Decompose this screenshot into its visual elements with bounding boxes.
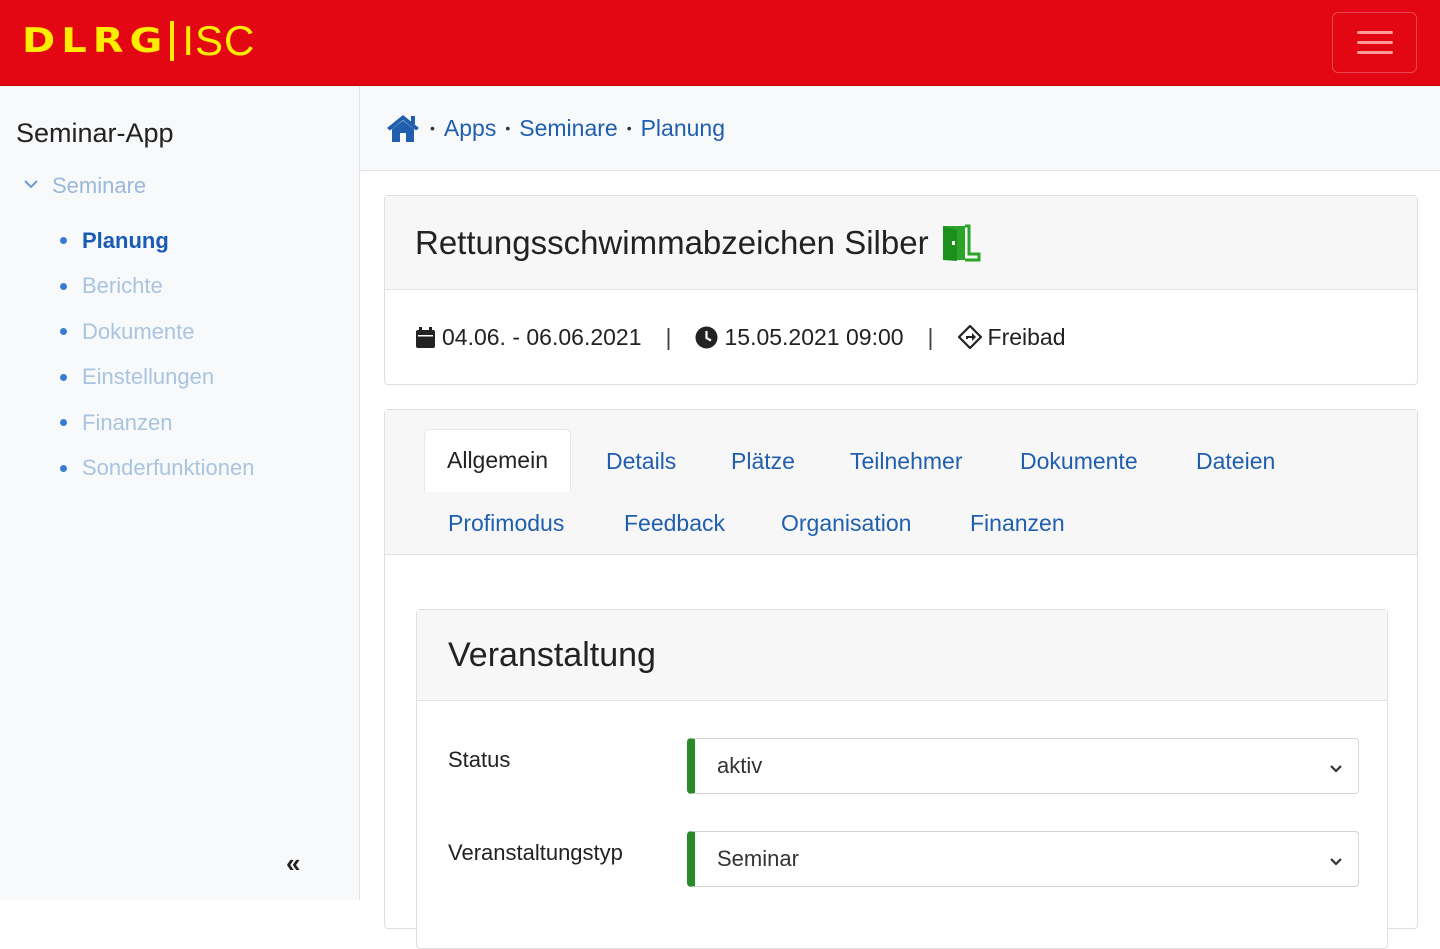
logo-isc-text: ISC [182, 17, 256, 64]
top-navbar: DLRG ISC [0, 0, 1440, 86]
status-select-value: aktiv [717, 753, 763, 778]
breadcrumb-separator: • [430, 120, 435, 136]
main-content: • Apps • Seminare • Planung Rettungsschw… [360, 86, 1440, 949]
location-diamond-icon [957, 325, 982, 349]
chevron-down-icon [1328, 757, 1344, 773]
bullet-icon [60, 373, 67, 381]
meta-separator: | [665, 323, 672, 350]
sidebar-item-berichte[interactable]: Berichte [58, 264, 254, 310]
sidebar-group-label: Seminare [52, 173, 147, 198]
status-label: Status [448, 747, 511, 772]
bullet-icon [60, 419, 67, 427]
hamburger-icon-bar [1356, 51, 1393, 54]
tab-plaetze[interactable]: Plätze [731, 448, 795, 475]
hamburger-icon-bar [1356, 41, 1393, 44]
seminar-meta-row: 04.06. - 06.06.2021 | 15.05.2021 09:00 |… [385, 290, 1417, 384]
dlrg-isc-logo[interactable]: DLRG ISC [22, 17, 256, 64]
veranstaltung-card: Veranstaltung Status aktiv Veranstaltung… [416, 609, 1388, 949]
tab-bar: Allgemein Details Plätze Teilnehmer Doku… [385, 410, 1417, 555]
seminar-summary-card: Rettungsschwimmabzeichen Silber 04.06. -… [384, 195, 1418, 385]
tab-teilnehmer[interactable]: Teilnehmer [850, 448, 963, 475]
sidebar-group-seminare[interactable]: Seminare [24, 173, 146, 199]
sidebar-item-finanzen[interactable]: Finanzen [58, 400, 254, 446]
seminar-date-range: 04.06. - 06.06.2021 [442, 323, 642, 350]
breadcrumb: • Apps • Seminare • Planung [360, 86, 1440, 171]
event-type-select[interactable]: Seminar [687, 831, 1359, 887]
sidebar-sub-list: Planung Berichte Dokumente Einstellungen… [58, 218, 254, 491]
seminar-card-header: Rettungsschwimmabzeichen Silber [385, 196, 1417, 290]
hamburger-icon-bar [1356, 31, 1393, 34]
sidebar-item-label: Einstellungen [82, 364, 215, 390]
breadcrumb-separator: • [505, 120, 511, 136]
sidebar-item-label: Planung [82, 227, 169, 253]
bullet-icon [60, 328, 67, 336]
tab-dateien[interactable]: Dateien [1196, 448, 1275, 475]
chevron-down-icon [24, 176, 38, 194]
seminar-location: Freibad [987, 323, 1066, 350]
chevron-down-icon [1328, 850, 1344, 866]
door-open-icon [939, 224, 985, 262]
calendar-icon [415, 326, 436, 349]
sidebar-item-label: Dokumente [82, 318, 195, 344]
hamburger-menu-button[interactable] [1332, 12, 1417, 73]
home-icon[interactable] [385, 112, 421, 144]
sidebar-collapse-button[interactable]: « [286, 848, 300, 879]
breadcrumb-seminare[interactable]: Seminare [519, 115, 617, 142]
tab-feedback[interactable]: Feedback [624, 510, 725, 537]
sidebar-item-label: Finanzen [82, 409, 173, 435]
tab-details[interactable]: Details [606, 448, 676, 475]
sidebar: Seminar-App Seminare Planung Berichte Do… [0, 86, 360, 900]
breadcrumb-apps[interactable]: Apps [444, 115, 496, 142]
breadcrumb-planung[interactable]: Planung [641, 115, 725, 142]
sidebar-title: Seminar-App [16, 118, 174, 148]
sidebar-item-planung[interactable]: Planung [58, 218, 254, 264]
sidebar-item-label: Sonderfunktionen [82, 455, 255, 481]
bullet-icon [60, 237, 67, 245]
seminar-detail-card: Allgemein Details Plätze Teilnehmer Doku… [384, 409, 1418, 949]
bullet-icon [60, 282, 67, 290]
veranstaltung-title: Veranstaltung [448, 635, 656, 674]
meta-separator: | [927, 323, 934, 350]
veranstaltung-card-header: Veranstaltung [417, 610, 1387, 701]
logo-dlrg-text: DLRG [22, 21, 169, 61]
tab-organisation[interactable]: Organisation [781, 510, 911, 537]
breadcrumb-separator: • [626, 120, 632, 136]
sidebar-item-label: Berichte [82, 273, 163, 299]
sidebar-item-einstellungen[interactable]: Einstellungen [58, 355, 254, 401]
seminar-deadline: 15.05.2021 09:00 [724, 323, 904, 350]
sidebar-item-sonderfunktionen[interactable]: Sonderfunktionen [58, 446, 254, 492]
sidebar-item-dokumente[interactable]: Dokumente [58, 309, 254, 355]
clock-icon [695, 326, 718, 349]
tab-finanzen[interactable]: Finanzen [970, 510, 1065, 537]
seminar-title: Rettungsschwimmabzeichen Silber [415, 223, 929, 261]
tab-dokumente[interactable]: Dokumente [1020, 448, 1138, 475]
bullet-icon [60, 464, 67, 472]
tab-profimodus[interactable]: Profimodus [448, 510, 564, 537]
logo-separator [170, 21, 175, 61]
tab-allgemein[interactable]: Allgemein [424, 429, 571, 492]
event-type-label: Veranstaltungstyp [448, 840, 623, 865]
event-type-select-value: Seminar [717, 846, 799, 871]
status-select[interactable]: aktiv [687, 738, 1359, 794]
